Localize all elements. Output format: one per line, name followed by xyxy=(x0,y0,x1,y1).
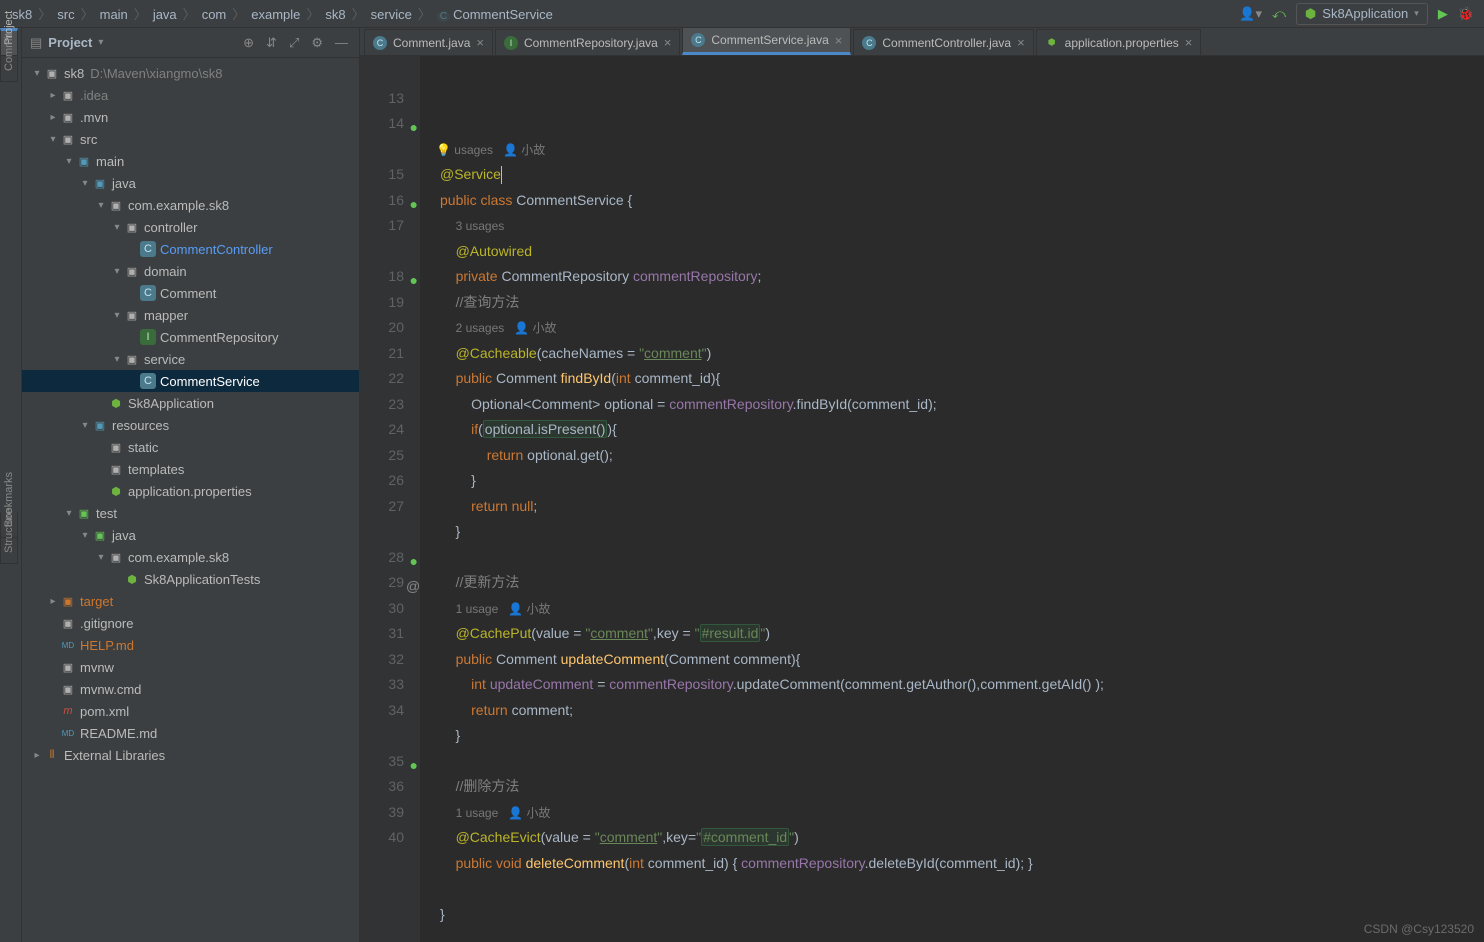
tree-item-mapper[interactable]: ▣mapper xyxy=(22,304,359,326)
tree-item-java[interactable]: ▣java xyxy=(22,172,359,194)
tree-item-CommentController[interactable]: CCommentController xyxy=(22,238,359,260)
tree-item-src[interactable]: ▣src xyxy=(22,128,359,150)
rail-commit[interactable]: Commit xyxy=(0,56,18,82)
project-panel-header: ▤ Project ▾ ⊕ ⇵ ⤢ ⚙ — xyxy=(22,28,359,58)
crumb-CommentService[interactable]: CCommentService xyxy=(435,7,555,22)
gutter: 1314●1516●1718●19202122232425262728●29@3… xyxy=(360,56,420,942)
tree-item-resources[interactable]: ▣resources xyxy=(22,414,359,436)
project-view-icon: ▤ xyxy=(30,35,42,51)
tree-item-mvnw-cmd[interactable]: ▣mvnw.cmd xyxy=(22,678,359,700)
close-tab-icon[interactable]: × xyxy=(1017,35,1025,50)
dropdown-icon: ▾ xyxy=(1414,8,1419,19)
tree-item-domain[interactable]: ▣domain xyxy=(22,260,359,282)
tree-item--mvn[interactable]: ▣.mvn xyxy=(22,106,359,128)
editor-tab-CommentService.java[interactable]: CCommentService.java× xyxy=(682,27,851,55)
crumb-java[interactable]: java xyxy=(151,7,179,22)
locate-icon[interactable]: ⊕ xyxy=(240,35,257,51)
spring-icon: ⬢ xyxy=(1305,6,1316,22)
tree-item-target[interactable]: ▣target xyxy=(22,590,359,612)
hide-icon[interactable]: — xyxy=(332,35,351,50)
crumb-sk8[interactable]: sk8 xyxy=(323,7,347,22)
close-tab-icon[interactable]: × xyxy=(476,35,484,50)
close-tab-icon[interactable]: × xyxy=(1185,35,1193,50)
tree-item-CommentRepository[interactable]: ICommentRepository xyxy=(22,326,359,348)
code-area[interactable]: 1314●1516●1718●19202122232425262728●29@3… xyxy=(360,56,1484,942)
crumb-service[interactable]: service xyxy=(369,7,414,22)
tool-window-rail: Project Commit Bookmarks Structure xyxy=(0,28,22,942)
tree-item-com-example-sk8[interactable]: ▣com.example.sk8 xyxy=(22,546,359,568)
build-icon[interactable]: ⤺ xyxy=(1272,6,1286,22)
panel-dropdown-icon[interactable]: ▾ xyxy=(98,37,103,48)
project-tree[interactable]: ▣sk8D:\Maven\xiangmo\sk8▣.idea▣.mvn▣src▣… xyxy=(22,58,359,942)
collapse-icon[interactable]: ⤢ xyxy=(286,35,302,51)
crumb-main[interactable]: main xyxy=(98,7,130,22)
crumb-example[interactable]: example xyxy=(249,7,302,22)
editor-tabs: CComment.java×ICommentRepository.java×CC… xyxy=(360,28,1484,56)
tree-item-main[interactable]: ▣main xyxy=(22,150,359,172)
tree-item-Comment[interactable]: CComment xyxy=(22,282,359,304)
run-config-selector[interactable]: ⬢ Sk8Application ▾ xyxy=(1296,3,1428,25)
editor-tab-application.properties[interactable]: ⬢application.properties× xyxy=(1036,29,1202,55)
tree-item-java[interactable]: ▣java xyxy=(22,524,359,546)
tree-item-mvnw[interactable]: ▣mvnw xyxy=(22,656,359,678)
panel-title: Project xyxy=(48,35,92,50)
tree-item-static[interactable]: ▣static xyxy=(22,436,359,458)
tree-item-External Libraries[interactable]: ⫴External Libraries xyxy=(22,744,359,766)
tree-item-templates[interactable]: ▣templates xyxy=(22,458,359,480)
expand-icon[interactable]: ⇵ xyxy=(263,35,280,51)
run-icon[interactable]: ▶ xyxy=(1438,6,1448,22)
editor-tab-CommentRepository.java[interactable]: ICommentRepository.java× xyxy=(495,29,680,55)
tree-item-service[interactable]: ▣service xyxy=(22,348,359,370)
editor-tab-CommentController.java[interactable]: CCommentController.java× xyxy=(853,29,1033,55)
user-icon[interactable]: 👤▾ xyxy=(1239,6,1262,22)
tree-item-test[interactable]: ▣test xyxy=(22,502,359,524)
close-tab-icon[interactable]: × xyxy=(664,35,672,50)
project-panel: ▤ Project ▾ ⊕ ⇵ ⤢ ⚙ — ▣sk8D:\Maven\xiang… xyxy=(22,28,360,942)
tree-item--gitignore[interactable]: ▣.gitignore xyxy=(22,612,359,634)
editor-tab-Comment.java[interactable]: CComment.java× xyxy=(364,29,493,55)
tree-item-Sk8Application[interactable]: ⬢Sk8Application xyxy=(22,392,359,414)
watermark: CSDN @Csy123520 xyxy=(1364,922,1474,936)
tree-item-application-properties[interactable]: ⬢application.properties xyxy=(22,480,359,502)
tree-item-HELP-md[interactable]: MDHELP.md xyxy=(22,634,359,656)
tree-item-README-md[interactable]: MDREADME.md xyxy=(22,722,359,744)
tree-item-Sk8ApplicationTests[interactable]: ⬢Sk8ApplicationTests xyxy=(22,568,359,590)
editor-area: CComment.java×ICommentRepository.java×CC… xyxy=(360,28,1484,942)
tree-item--idea[interactable]: ▣.idea xyxy=(22,84,359,106)
rail-structure[interactable]: Structure xyxy=(0,538,18,564)
code-text[interactable]: 💡 usages 👤 小故@Servicepublic class Commen… xyxy=(420,56,1484,942)
breadcrumb-bar: sk8〉src〉main〉java〉com〉example〉sk8〉servic… xyxy=(0,0,1484,28)
run-config-label: Sk8Application xyxy=(1322,6,1408,21)
close-tab-icon[interactable]: × xyxy=(835,33,843,48)
crumb-com[interactable]: com xyxy=(200,7,229,22)
tree-item-CommentService[interactable]: CCommentService xyxy=(22,370,359,392)
tree-item-controller[interactable]: ▣controller xyxy=(22,216,359,238)
debug-icon[interactable]: 🐞 xyxy=(1458,6,1474,22)
tree-item-pom-xml[interactable]: mpom.xml xyxy=(22,700,359,722)
settings-icon[interactable]: ⚙ xyxy=(308,35,326,51)
tree-item-sk8[interactable]: ▣sk8D:\Maven\xiangmo\sk8 xyxy=(22,62,359,84)
crumb-src[interactable]: src xyxy=(55,7,76,22)
tree-item-com-example-sk8[interactable]: ▣com.example.sk8 xyxy=(22,194,359,216)
